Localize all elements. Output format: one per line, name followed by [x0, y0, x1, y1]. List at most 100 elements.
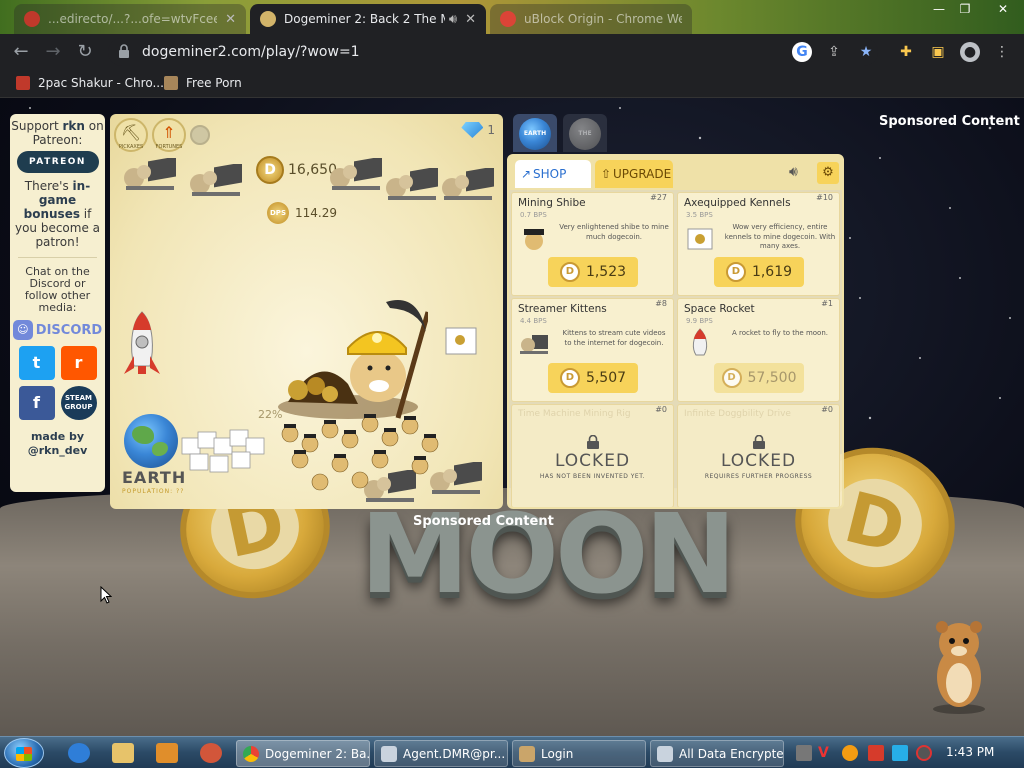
toggle-dot-button[interactable] [190, 125, 210, 145]
flag-tray-icon[interactable] [868, 745, 884, 761]
network-tray-icon[interactable] [892, 745, 908, 761]
planet-name: EARTH [122, 468, 187, 487]
dogecoin-icon: D [559, 262, 580, 282]
planet-switch-earth[interactable]: EARTH [513, 114, 557, 152]
sponsored-label: Sponsored Content [413, 514, 554, 529]
buy-button[interactable]: D 5,507 [548, 363, 638, 393]
file-explorer-icon[interactable] [112, 743, 134, 763]
item-description: Wow very efficiency, entire kennels to m… [724, 223, 836, 250]
browser-tab-2[interactable]: Dogeminer 2: Back 2 The Mo 🔊︎ ✕ [250, 4, 486, 34]
close-window-icon[interactable]: ✕ [990, 0, 1016, 18]
earth-icon: EARTH [519, 118, 551, 150]
volume-tray-icon[interactable] [916, 745, 932, 761]
tab-title: Dogeminer 2: Back 2 The Mo [284, 12, 445, 26]
locked-subtitle: HAS NOT BEEN INVENTED YET. [539, 473, 646, 480]
shop-item-axequipped-kennels[interactable]: Axequipped Kennels #10 3.5 BPS Wow very … [677, 192, 840, 296]
bookmark-item[interactable]: 2pac Shakur - Chro... [16, 76, 164, 90]
google-icon[interactable]: G [792, 42, 812, 62]
tab-upgrade[interactable]: ⇧ UPGRADE [595, 160, 673, 188]
taskbar-item-agent[interactable]: Agent.DMR@pr... [374, 740, 508, 767]
shop-item-mining-shibe[interactable]: Mining Shibe #27 0.7 BPS Very enlightene… [511, 192, 674, 296]
back-icon[interactable]: ← [10, 41, 32, 63]
item-owned-count: #8 [655, 299, 667, 308]
extensions-icon[interactable]: ✚ [896, 42, 916, 62]
taskbar-item-login[interactable]: Login [512, 740, 646, 767]
quick-launch-icon[interactable] [200, 743, 222, 763]
hamster-mascot[interactable] [928, 613, 990, 715]
taskbar-item-chrome[interactable]: Dogeminer 2: Ba... [236, 740, 370, 767]
window-icon [657, 745, 673, 762]
task-label: Login [541, 746, 574, 761]
fortunes-button[interactable]: ⇑ FORTUNES [152, 118, 186, 152]
internet-explorer-icon[interactable] [68, 743, 90, 763]
item-description: A rocket to fly to the moon. [732, 329, 828, 337]
tab-label: SHOP [533, 167, 567, 181]
button-label: PICKAXES [118, 144, 144, 150]
shop-item-streamer-kittens[interactable]: Streamer Kittens #8 4.4 BPS Kittens to s… [511, 298, 674, 402]
minimize-icon[interactable]: — [926, 0, 952, 18]
shop-item-locked: Time Machine Mining Rig #0 LOCKED HAS NO… [511, 404, 674, 507]
side-panel-icon[interactable]: ▣ [928, 42, 948, 62]
social-links: t r f STEAM GROUP [10, 346, 105, 420]
facebook-icon[interactable]: f [18, 386, 55, 420]
kitten-laptop-icon [520, 335, 548, 354]
item-description: Kittens to stream cute videos to the int… [562, 329, 666, 347]
share-icon[interactable]: ⇪ [824, 42, 844, 62]
made-by[interactable]: made by @rkn_dev [10, 430, 105, 458]
pickaxes-button[interactable]: ⛏ PICKAXES [114, 118, 148, 152]
arrow-icon: ↗ [521, 167, 532, 181]
shop-item-space-rocket[interactable]: Space Rocket #1 9.9 BPS A rocket to fly … [677, 298, 840, 402]
tray-icon[interactable] [796, 745, 812, 761]
support-pre: Support [11, 119, 63, 133]
lock-icon [119, 44, 129, 58]
close-tab-icon[interactable]: ✕ [465, 12, 476, 27]
bookmark-star-icon[interactable]: ★ [856, 42, 876, 62]
forward-icon[interactable]: → [42, 41, 64, 63]
audio-icon[interactable]: 🔊︎ [449, 12, 457, 27]
steam-group-icon[interactable]: STEAM GROUP [60, 386, 97, 420]
close-tab-icon[interactable]: ✕ [225, 12, 236, 27]
browser-tab-3[interactable]: uBlock Origin - Chrome Web St [490, 4, 692, 34]
dps-counter: DPS 114.29 [267, 202, 337, 224]
locked-title: LOCKED [720, 451, 797, 471]
lock-icon [753, 435, 765, 449]
antivirus-tray-icon[interactable]: V [818, 745, 834, 761]
menu-kebab-icon[interactable]: ⋮ [992, 42, 1012, 62]
browser-tab-1[interactable]: ...edirecto/...?...ofe=wtvFcees ✕ [14, 4, 246, 34]
patreon-button[interactable]: PATREON [16, 151, 99, 173]
buy-button[interactable]: D 1,523 [548, 257, 638, 287]
tab-title: uBlock Origin - Chrome Web St [524, 12, 682, 26]
bookmark-item[interactable]: Free Porn [164, 76, 242, 90]
pickaxe-icon: ⛏ [120, 123, 142, 142]
dogecoin-icon: D [725, 262, 746, 282]
kitten-helper [330, 158, 382, 190]
address-bar[interactable]: dogeminer2.com/play/?wow=1 [108, 38, 878, 66]
restore-icon[interactable]: ❐ [952, 0, 978, 18]
chrome-icon [243, 745, 259, 762]
reload-icon[interactable]: ↻ [74, 41, 96, 63]
taskbar-item-encrypted[interactable]: All Data Encrypted [650, 740, 784, 767]
sponsored-label: Sponsored Content [879, 114, 1020, 129]
earth-planet-icon[interactable] [124, 414, 178, 468]
search-tray-icon[interactable] [842, 745, 858, 761]
clock[interactable]: 1:43 PM [946, 745, 994, 759]
media-player-icon[interactable] [156, 743, 178, 763]
window-icon [381, 745, 397, 762]
tab-shop[interactable]: ↗ SHOP [515, 160, 591, 188]
sound-icon[interactable]: 🔊︎ [789, 164, 798, 180]
shibe-crowd [281, 414, 439, 491]
profile-icon[interactable]: ● [960, 42, 980, 62]
item-bps: 3.5 BPS [686, 211, 713, 219]
reddit-icon[interactable]: r [60, 346, 97, 380]
dogecoin-icon: D [721, 368, 742, 388]
tab-title: ...edirecto/...?...ofe=wtvFcees [48, 12, 218, 26]
gear-icon[interactable]: ⚙ [817, 162, 839, 184]
buy-button-disabled[interactable]: D 57,500 [714, 363, 804, 393]
discord-link[interactable]: ☺ DISCORD [10, 320, 105, 340]
start-button[interactable] [4, 738, 44, 768]
tab-favicon [24, 11, 40, 27]
planet-switch-moon[interactable]: THE MOON [563, 114, 607, 169]
game-top-buttons: ⛏ PICKAXES ⇑ FORTUNES [114, 118, 210, 152]
twitter-icon[interactable]: t [18, 346, 55, 380]
buy-button[interactable]: D 1,619 [714, 257, 804, 287]
